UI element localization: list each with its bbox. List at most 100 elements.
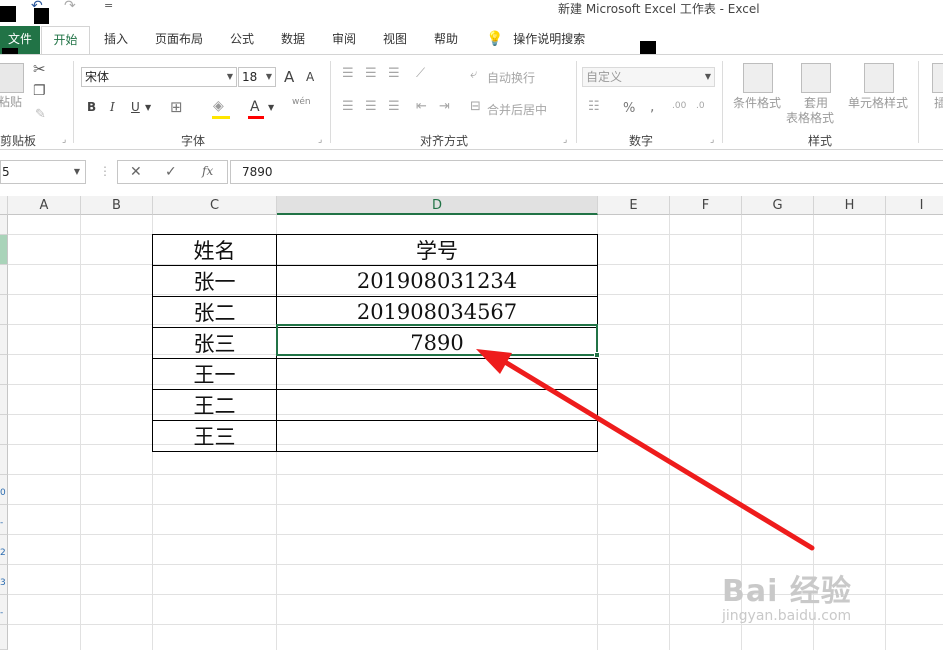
row-header[interactable] <box>0 265 8 295</box>
italic-button[interactable]: I <box>110 100 115 114</box>
chevron-down-icon[interactable]: ▼ <box>145 103 151 112</box>
tab-home[interactable]: 开始 <box>41 26 90 54</box>
insert-cells-icon[interactable] <box>932 63 943 93</box>
column-header-i[interactable]: I <box>886 196 943 215</box>
name-cell[interactable]: 张二 <box>152 296 277 328</box>
copy-icon[interactable]: ❐ <box>33 83 46 99</box>
column-header-h[interactable]: H <box>814 196 886 215</box>
percent-button[interactable]: % <box>623 101 635 116</box>
student-id-cell[interactable] <box>276 420 598 452</box>
student-id-cell[interactable] <box>276 389 598 421</box>
row-header[interactable] <box>0 295 8 325</box>
conditional-formatting-icon[interactable] <box>743 63 773 93</box>
cell-styles-icon[interactable] <box>864 63 894 93</box>
dialog-launcher-icon[interactable]: ⌟ <box>710 135 714 145</box>
active-student-id-cell[interactable]: 7890 <box>276 327 598 359</box>
student-id-cell[interactable]: 201908031234 <box>276 265 598 297</box>
column-header-b[interactable]: B <box>81 196 153 215</box>
paste-icon[interactable] <box>0 63 24 93</box>
increase-decimal-icon[interactable]: .00 <box>672 101 686 111</box>
redo-icon[interactable]: ↷ <box>64 0 76 14</box>
row-header-table-header[interactable] <box>0 235 8 265</box>
format-as-table-line2[interactable]: 表格格式 <box>786 111 834 126</box>
underline-button[interactable]: U <box>131 100 140 114</box>
row-header[interactable] <box>0 325 8 355</box>
decrease-indent-icon[interactable]: ⇤ <box>416 99 427 114</box>
tab-formulas[interactable]: 公式 <box>222 26 262 54</box>
name-cell[interactable]: 张三 <box>152 327 277 359</box>
brush-icon[interactable]: ✎ <box>35 107 46 122</box>
column-header-d[interactable]: D <box>277 196 598 215</box>
tell-me-search[interactable]: 💡 操作说明搜索 <box>486 26 585 54</box>
format-as-table-line1[interactable]: 套用 <box>804 96 828 111</box>
borders-icon[interactable]: ⊞ <box>170 98 183 116</box>
decrease-decimal-icon[interactable]: .0 <box>696 101 705 111</box>
name-cell[interactable]: 王三 <box>152 420 277 452</box>
row-header[interactable] <box>0 385 8 415</box>
fill-color-icon[interactable]: ◈ <box>213 98 224 114</box>
scissors-icon[interactable]: ✂ <box>33 60 46 78</box>
row-header[interactable] <box>0 625 8 650</box>
header-cell-student-id[interactable]: 学号 <box>276 234 598 266</box>
column-header-c[interactable]: C <box>153 196 277 215</box>
bold-button[interactable]: B <box>87 100 96 114</box>
row-header[interactable] <box>0 215 8 235</box>
row-header[interactable] <box>0 445 8 475</box>
dialog-launcher-icon[interactable]: ⌟ <box>318 135 322 145</box>
row-header[interactable] <box>0 355 8 385</box>
customize-toolbar-icon[interactable]: = <box>104 0 113 12</box>
increase-font-size-button[interactable]: A <box>284 68 294 86</box>
name-cell[interactable]: 张一 <box>152 265 277 297</box>
enter-button[interactable]: ✓ <box>165 164 177 180</box>
tab-review[interactable]: 审阅 <box>324 26 364 54</box>
cell-styles-button[interactable]: 单元格样式 <box>848 96 908 111</box>
merge-center-icon[interactable]: ⊟ <box>470 99 481 114</box>
student-id-cell[interactable] <box>276 358 598 390</box>
insert-cells-button[interactable]: 插 <box>934 96 943 111</box>
align-bottom-icon[interactable]: ☰ <box>388 66 400 81</box>
select-all-corner[interactable] <box>0 196 8 215</box>
comma-button[interactable]: , <box>650 99 654 115</box>
wrap-text-button[interactable]: 自动换行 <box>487 69 535 86</box>
undo-icon[interactable]: ↶ <box>31 0 43 14</box>
decrease-font-size-button[interactable]: A <box>306 70 314 84</box>
chevron-down-icon[interactable]: ▼ <box>268 103 274 112</box>
paste-button[interactable]: 粘贴 <box>0 95 22 110</box>
tab-help[interactable]: 帮助 <box>426 26 466 54</box>
column-header-e[interactable]: E <box>598 196 670 215</box>
format-as-table-icon[interactable] <box>801 63 831 93</box>
merge-center-button[interactable]: 合并后居中 <box>487 101 547 118</box>
align-left-icon[interactable]: ☰ <box>342 99 354 114</box>
number-format-dropdown[interactable]: 自定义 ▼ <box>582 67 715 87</box>
tab-view[interactable]: 视图 <box>375 26 415 54</box>
font-size-dropdown[interactable]: 18 ▼ <box>238 67 276 87</box>
fill-handle[interactable] <box>594 352 600 358</box>
align-middle-icon[interactable]: ☰ <box>365 66 377 81</box>
cancel-button[interactable]: ✕ <box>130 164 142 180</box>
column-header-a[interactable]: A <box>8 196 81 215</box>
column-header-g[interactable]: G <box>742 196 814 215</box>
phonetic-guide-button[interactable]: wén <box>292 97 311 107</box>
dialog-launcher-icon[interactable]: ⌟ <box>563 135 567 145</box>
column-header-f[interactable]: F <box>670 196 742 215</box>
name-cell[interactable]: 王二 <box>152 389 277 421</box>
orientation-icon[interactable]: ⟋ <box>416 66 425 81</box>
font-name-dropdown[interactable]: 宋体 ▼ <box>81 67 237 87</box>
wrap-text-icon[interactable]: ⤶ <box>470 67 477 82</box>
align-center-icon[interactable]: ☰ <box>365 99 377 114</box>
row-header[interactable] <box>0 415 8 445</box>
name-box[interactable]: 5 ▼ <box>0 160 86 184</box>
align-right-icon[interactable]: ☰ <box>388 99 400 114</box>
font-color-button[interactable]: A <box>250 99 260 115</box>
student-id-cell[interactable]: 201908034567 <box>276 296 598 328</box>
accounting-format-icon[interactable]: ☷ <box>588 99 600 114</box>
increase-indent-icon[interactable]: ⇥ <box>439 99 450 114</box>
align-top-icon[interactable]: ☰ <box>342 66 354 81</box>
insert-function-button[interactable]: fx <box>202 164 213 178</box>
tab-page-layout[interactable]: 页面布局 <box>146 26 212 54</box>
tab-data[interactable]: 数据 <box>273 26 313 54</box>
conditional-formatting-button[interactable]: 条件格式 <box>733 96 781 111</box>
header-cell-name[interactable]: 姓名 <box>152 234 277 266</box>
name-cell[interactable]: 王一 <box>152 358 277 390</box>
dialog-launcher-icon[interactable]: ⌟ <box>62 135 66 145</box>
